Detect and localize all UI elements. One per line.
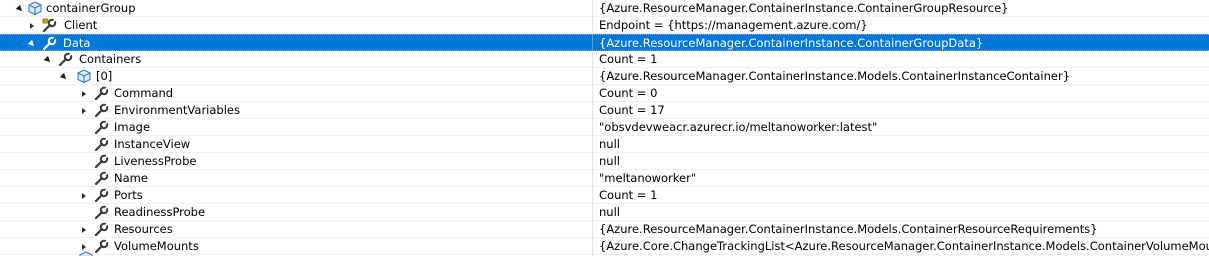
- tree-row-readinessprobe[interactable]: ReadinessProbe null: [0, 204, 1209, 221]
- wrench-icon: [94, 86, 110, 101]
- variable-name: Name: [114, 171, 148, 185]
- tree-row-image[interactable]: Image "obsvdevweacr.azurecr.io/meltanowo…: [0, 119, 1209, 136]
- expand-toggle[interactable]: [26, 35, 38, 52]
- tree-row-containers[interactable]: Containers Count = 1: [0, 51, 1209, 68]
- chevron-expanded-icon: [43, 55, 53, 65]
- expand-toggle[interactable]: [78, 85, 90, 102]
- name-cell: Client: [0, 17, 593, 34]
- wrench-icon: [42, 36, 58, 51]
- wrench-icon: [94, 171, 110, 186]
- expand-toggle[interactable]: [78, 221, 90, 238]
- tree-row-livenessprobe[interactable]: LivenessProbe null: [0, 153, 1209, 170]
- variable-value[interactable]: null: [599, 204, 620, 221]
- name-cell: Resources: [0, 221, 593, 238]
- wrench-icon: [94, 188, 110, 203]
- expand-toggle[interactable]: [42, 51, 54, 68]
- name-cell: Containers: [0, 51, 593, 68]
- tree-row-environmentvariables[interactable]: EnvironmentVariables Count = 17: [0, 102, 1209, 119]
- name-cell: LivenessProbe: [0, 153, 593, 170]
- name-cell: Command: [0, 85, 593, 102]
- name-cell: Data: [0, 35, 593, 52]
- name-cell: Image: [0, 119, 593, 136]
- chevron-right-icon: [82, 243, 86, 250]
- variable-value[interactable]: {Azure.ResourceManager.ContainerInstance…: [599, 221, 1098, 238]
- variable-value[interactable]: Count = 1: [599, 187, 657, 204]
- variable-name: containerGroup: [46, 1, 136, 15]
- variable-value[interactable]: Count = 0: [599, 85, 657, 102]
- tree-row-ports[interactable]: Ports Count = 1: [0, 187, 1209, 204]
- wrench-icon: [94, 137, 110, 152]
- chevron-expanded-icon: [27, 39, 37, 49]
- tree-row-partial: [0, 250, 1209, 256]
- object-icon: [76, 69, 92, 84]
- variable-value[interactable]: null: [599, 136, 620, 153]
- wrench-icon: [94, 222, 110, 237]
- chevron-right-icon: [82, 192, 86, 199]
- tree-row-data[interactable]: Data {Azure.ResourceManager.ContainerIns…: [0, 34, 1209, 52]
- variable-value[interactable]: "meltanoworker": [599, 170, 696, 187]
- variable-name: EnvironmentVariables: [114, 103, 240, 117]
- wrench-icon: [94, 205, 110, 220]
- tree-row-containergroup[interactable]: containerGroup {Azure.ResourceManager.Co…: [0, 0, 1209, 17]
- variable-value[interactable]: Endpoint = {https://management.azure.com…: [599, 17, 868, 34]
- chevron-expanded-icon: [15, 4, 25, 14]
- name-cell: InstanceView: [0, 136, 593, 153]
- wrench-icon: [94, 154, 110, 169]
- variable-value[interactable]: {Azure.ResourceManager.ContainerInstance…: [599, 68, 1070, 85]
- object-icon: [27, 1, 43, 16]
- tree-row-index-0[interactable]: [0] {Azure.ResourceManager.ContainerInst…: [0, 68, 1209, 85]
- variable-name: Data: [63, 36, 91, 50]
- wrench-icon: [58, 52, 74, 67]
- wrench-icon: [94, 120, 110, 135]
- expand-toggle[interactable]: [26, 17, 38, 34]
- variable-value[interactable]: "obsvdevweacr.azurecr.io/meltanoworker:l…: [599, 119, 877, 136]
- expand-toggle[interactable]: [78, 187, 90, 204]
- tree-row-instanceview[interactable]: InstanceView null: [0, 136, 1209, 153]
- chevron-right-icon: [82, 90, 86, 97]
- variable-name: Command: [114, 86, 174, 100]
- variable-name: InstanceView: [114, 137, 191, 151]
- name-cell: containerGroup: [0, 0, 593, 17]
- tree-row-command[interactable]: Command Count = 0: [0, 85, 1209, 102]
- column-divider: [592, 250, 593, 256]
- name-cell: ReadinessProbe: [0, 204, 593, 221]
- name-cell: Name: [0, 170, 593, 187]
- chevron-right-icon: [30, 22, 34, 29]
- name-cell: EnvironmentVariables: [0, 102, 593, 119]
- tree-row-name[interactable]: Name "meltanoworker": [0, 170, 1209, 187]
- name-cell: Ports: [0, 187, 593, 204]
- variable-name: Ports: [114, 188, 143, 202]
- expand-toggle[interactable]: [58, 68, 70, 85]
- chevron-right-icon: [82, 107, 86, 114]
- variable-name: Resources: [114, 222, 173, 236]
- variable-name: Containers: [79, 52, 142, 66]
- variable-name: LivenessProbe: [114, 154, 197, 168]
- expand-toggle[interactable]: [14, 0, 26, 17]
- variable-name: ReadinessProbe: [114, 205, 206, 219]
- variable-name: Image: [114, 120, 151, 134]
- variable-value[interactable]: {Azure.ResourceManager.ContainerInstance…: [599, 0, 1009, 17]
- variable-value[interactable]: {Azure.ResourceManager.ContainerInstance…: [599, 35, 983, 52]
- variable-value[interactable]: null: [599, 153, 620, 170]
- variable-name: Client: [64, 18, 98, 32]
- property-lock-icon: [42, 18, 58, 33]
- name-cell: [0]: [0, 68, 593, 85]
- object-icon: [78, 251, 94, 256]
- chevron-right-icon: [82, 226, 86, 233]
- watch-window: containerGroup {Azure.ResourceManager.Co…: [0, 0, 1209, 256]
- tree-row-resources[interactable]: Resources {Azure.ResourceManager.Contain…: [0, 221, 1209, 238]
- variable-name: [0]: [96, 69, 113, 83]
- expand-toggle[interactable]: [78, 102, 90, 119]
- variable-value[interactable]: Count = 17: [599, 102, 665, 119]
- chevron-expanded-icon: [59, 72, 69, 82]
- variable-value[interactable]: Count = 1: [599, 51, 657, 68]
- wrench-icon: [94, 103, 110, 118]
- tree-row-client[interactable]: Client Endpoint = {https://management.az…: [0, 17, 1209, 34]
